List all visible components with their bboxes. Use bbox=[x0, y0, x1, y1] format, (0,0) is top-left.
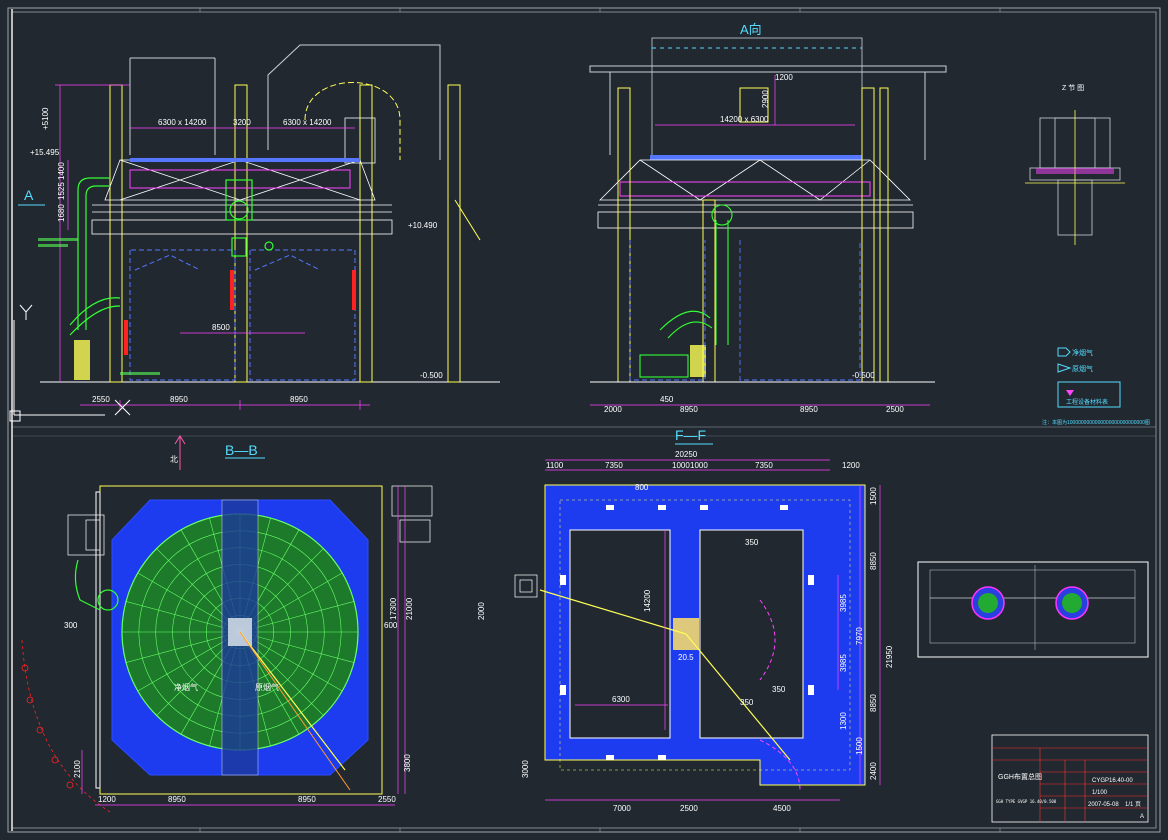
side-dim-el3: -0.500 bbox=[420, 371, 443, 380]
legend-note: 注：本图为1000000000000000000000000000图 bbox=[1042, 419, 1150, 426]
side-dim-v1: 1400 bbox=[57, 162, 66, 180]
a-dim-b1: 2000 bbox=[604, 405, 622, 414]
a-view: A向 1200 2900 14200 x 6300 2000 450 8950 … bbox=[589, 22, 947, 414]
a-dim-b4: 8950 bbox=[800, 405, 818, 414]
a-dim-b2: 450 bbox=[660, 395, 674, 404]
ff-dim-t2: 7350 bbox=[605, 461, 623, 470]
bb-dim-b4: 2550 bbox=[378, 795, 396, 804]
ff-dim-t3: 1000 bbox=[672, 461, 690, 470]
title-block-scale: 1/100 bbox=[1092, 790, 1108, 796]
ff-dim-i3: 350 bbox=[772, 685, 786, 694]
bb-dim-b3: 8950 bbox=[298, 795, 316, 804]
ff-dim-r5: 3985 bbox=[839, 654, 848, 672]
legend-item-clean: 净烟气 bbox=[1072, 348, 1093, 357]
ff-dim-r6: 8850 bbox=[869, 694, 878, 712]
bb-dim-r1: 17300 bbox=[389, 597, 398, 620]
ff-dim-i5: 14200 bbox=[643, 589, 652, 612]
ff-dim-r4: 7970 bbox=[855, 627, 864, 645]
ff-dim-l2: 3000 bbox=[521, 760, 530, 778]
ff-dim-b2: 2500 bbox=[680, 804, 698, 813]
ff-dim-top-total: 20250 bbox=[675, 450, 698, 459]
side-view: 6300 x 14200 3200 6300 x 14200 8500 2550… bbox=[18, 44, 500, 410]
a-dim-el: -0.500 bbox=[852, 371, 875, 380]
bb-dim-r2: 21000 bbox=[405, 597, 414, 620]
bb-view: B—B 北 净烟气 原烟气 1200 8950 8950 2550 17300 … bbox=[21, 435, 433, 813]
side-dim-b1: 2550 bbox=[92, 395, 110, 404]
title-block-title: GGH布置总图 bbox=[998, 772, 1042, 781]
legend-box-label: 工程设备材料表 bbox=[1066, 398, 1108, 406]
cad-drawing-canvas[interactable]: 6300 x 14200 3200 6300 x 14200 8500 2550… bbox=[0, 0, 1168, 840]
title-block-rev: A bbox=[1140, 814, 1144, 820]
side-dim-h3: 6300 x 14200 bbox=[283, 118, 332, 127]
ff-dim-r2: 8850 bbox=[869, 552, 878, 570]
title-block-date: 2007-05-08 bbox=[1088, 802, 1119, 808]
ff-dim-i4: 350 bbox=[740, 698, 754, 707]
a-dim-t1: 1200 bbox=[775, 73, 793, 82]
ff-dim-i1: 800 bbox=[635, 483, 649, 492]
ff-dim-w1: 6300 bbox=[612, 695, 630, 704]
ff-dim-r8: 1500 bbox=[855, 737, 864, 755]
ff-dim-r1: 1500 bbox=[869, 487, 878, 505]
bb-label-clean: 净烟气 bbox=[174, 682, 198, 692]
legend-item-raw: 原烟气 bbox=[1072, 364, 1093, 373]
ff-dim-c1: 20.5 bbox=[678, 653, 694, 662]
a-dim-t3: 2900 bbox=[761, 90, 770, 108]
a-view-title: A向 bbox=[740, 22, 762, 37]
side-dim-v2: 1525 bbox=[57, 182, 66, 200]
bb-dim-r3: 3800 bbox=[403, 754, 412, 772]
ff-dim-r10: 21950 bbox=[885, 645, 894, 668]
side-dim-inner: 8500 bbox=[212, 323, 230, 332]
a-dim-t2: 14200 x 6300 bbox=[720, 115, 769, 124]
bb-dim-l3: 300 bbox=[64, 621, 78, 630]
side-dim-el1: +15.495 bbox=[30, 148, 60, 157]
side-dim-b3: 8950 bbox=[290, 395, 308, 404]
ff-dim-b3: 4500 bbox=[773, 804, 791, 813]
section-mark-a: A bbox=[24, 187, 34, 203]
ff-dim-l1: 2000 bbox=[477, 602, 486, 620]
detail-view: Z 节 图 bbox=[1025, 84, 1125, 245]
bb-dim-b1: 1200 bbox=[98, 795, 116, 804]
side-dim-v3: 1680 bbox=[57, 204, 66, 222]
a-dim-b3: 8950 bbox=[680, 405, 698, 414]
ff-dim-t1: 1100 bbox=[546, 461, 564, 470]
side-dim-h2: 3200 bbox=[233, 118, 251, 127]
side-dim-el2: +10.490 bbox=[408, 221, 438, 230]
ff-dim-b1: 7000 bbox=[613, 804, 631, 813]
minimap-view bbox=[917, 561, 1149, 658]
ff-dim-r3: 3985 bbox=[839, 594, 848, 612]
side-dim-b2: 8950 bbox=[170, 395, 188, 404]
bb-label-raw: 原烟气 bbox=[255, 682, 279, 692]
title-block-sheet: 1/1 页 bbox=[1125, 801, 1141, 808]
ff-dim-r7: 1300 bbox=[839, 712, 848, 730]
detail-title: Z 节 图 bbox=[1062, 84, 1084, 92]
ff-dim-t6: 1200 bbox=[842, 461, 860, 470]
bb-dim-b2: 8950 bbox=[168, 795, 186, 804]
ff-dim-t4: 1000 bbox=[690, 461, 708, 470]
ff-view: F—F 20250 1100 7350 1000 1000 7350 1200 … bbox=[477, 427, 894, 813]
legend: 净烟气 原烟气 工程设备材料表 注：本图为1000000000000000000… bbox=[1042, 347, 1150, 426]
title-block: GGH布置总图 GGH TYPE GVGP 16.40/0.508 CYGP16… bbox=[991, 734, 1149, 823]
bb-dim-l2: 600 bbox=[384, 621, 398, 630]
a-dim-b5: 2500 bbox=[886, 405, 904, 414]
ff-dim-t5: 7350 bbox=[755, 461, 773, 470]
ff-dim-i2: 350 bbox=[745, 538, 759, 547]
title-block-code: CYGP16.40-00 bbox=[1092, 778, 1133, 784]
ff-title: F—F bbox=[675, 427, 706, 443]
title-block-subtitle: GGH TYPE GVGP 16.40/0.508 bbox=[996, 799, 1057, 804]
ff-dim-r9: 2400 bbox=[869, 762, 878, 780]
side-dim-vtotal: +5100 bbox=[41, 107, 50, 130]
bb-north: 北 bbox=[170, 455, 178, 464]
bb-dim-l1: 2100 bbox=[73, 760, 82, 778]
ucs-icon bbox=[9, 304, 131, 422]
side-dim-h1: 6300 x 14200 bbox=[158, 118, 207, 127]
bb-title: B—B bbox=[225, 442, 258, 458]
